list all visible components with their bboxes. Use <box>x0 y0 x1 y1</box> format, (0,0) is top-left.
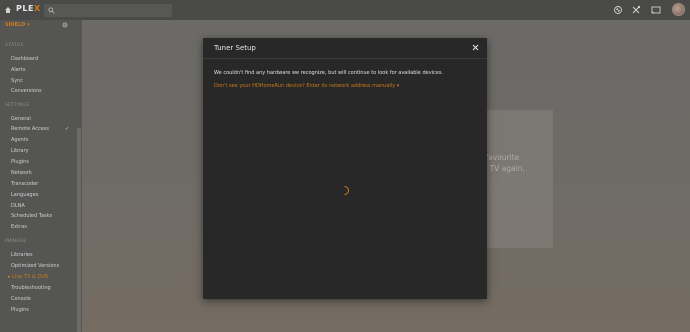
search-input[interactable] <box>44 4 172 17</box>
home-icon[interactable] <box>4 6 12 14</box>
sidebar-item-dlna[interactable]: DLNA <box>11 203 25 209</box>
sidebar-item-conversions[interactable]: Conversions <box>11 88 42 94</box>
plex-logo[interactable]: PLEX <box>16 4 41 13</box>
sidebar-item-remote-access[interactable]: Remote Access <box>11 126 49 132</box>
sidebar-item-alerts[interactable]: Alerts <box>11 67 26 73</box>
modal-header: Tuner Setup <box>203 38 487 59</box>
sidebar-item-plugins[interactable]: Plugins <box>11 159 29 165</box>
sidebar-item-libraries[interactable]: Libraries <box>11 252 33 258</box>
server-selector[interactable]: SHIELD ▾ <box>5 21 75 31</box>
sidebar-item-troubleshooting[interactable]: Troubleshooting <box>11 285 51 291</box>
sidebar-item-plugins-manage[interactable]: Plugins <box>11 307 29 313</box>
settings-sidebar: SHIELD ▾ STATUS Dashboard Alerts Sync Co… <box>0 20 82 332</box>
modal-message: We couldn't find any hardware we recogni… <box>214 70 444 76</box>
sidebar-item-live-tv-dvr[interactable]: ▸ Live TV & DVR <box>8 274 48 280</box>
server-name[interactable]: SHIELD ▾ <box>5 22 30 28</box>
section-settings: SETTINGS <box>5 103 30 108</box>
sidebar-item-label: Live TV & DVR <box>12 274 49 280</box>
sidebar-scrollbar[interactable] <box>77 128 81 332</box>
sidebar-item-sync[interactable]: Sync <box>11 78 23 84</box>
sidebar-item-optimized-versions[interactable]: Optimized Versions <box>11 263 59 269</box>
gear-icon[interactable] <box>62 22 68 28</box>
sidebar-item-library[interactable]: Library <box>11 148 28 154</box>
close-icon[interactable] <box>472 44 479 51</box>
settings-tools-icon[interactable] <box>631 5 641 15</box>
activity-icon[interactable] <box>613 5 623 15</box>
search-icon <box>48 7 55 14</box>
sidebar-item-dashboard[interactable]: Dashboard <box>11 56 38 62</box>
manual-address-link[interactable]: Don't see your HDHomeRun device? Enter i… <box>214 83 399 89</box>
cast-icon[interactable] <box>651 5 661 15</box>
modal-title: Tuner Setup <box>214 44 256 52</box>
section-status: STATUS <box>5 43 24 48</box>
sidebar-item-transcoder[interactable]: Transcoder <box>11 181 38 187</box>
sidebar-item-console[interactable]: Console <box>11 296 31 302</box>
section-manage: MANAGE <box>5 239 27 244</box>
sidebar-item-general[interactable]: General <box>11 116 31 122</box>
top-bar: PLEX <box>0 0 690 20</box>
sidebar-item-languages[interactable]: Languages <box>11 192 38 198</box>
sidebar-item-network[interactable]: Network <box>11 170 32 176</box>
checkmark-icon: ✓ <box>65 126 70 132</box>
sidebar-item-agents[interactable]: Agents <box>11 137 28 143</box>
user-avatar[interactable] <box>672 3 685 16</box>
sidebar-item-extras[interactable]: Extras <box>11 224 27 230</box>
loading-spinner-icon <box>338 184 351 197</box>
sidebar-item-scheduled-tasks[interactable]: Scheduled Tasks <box>11 213 52 219</box>
tuner-setup-modal: Tuner Setup We couldn't find any hardwar… <box>203 38 487 299</box>
